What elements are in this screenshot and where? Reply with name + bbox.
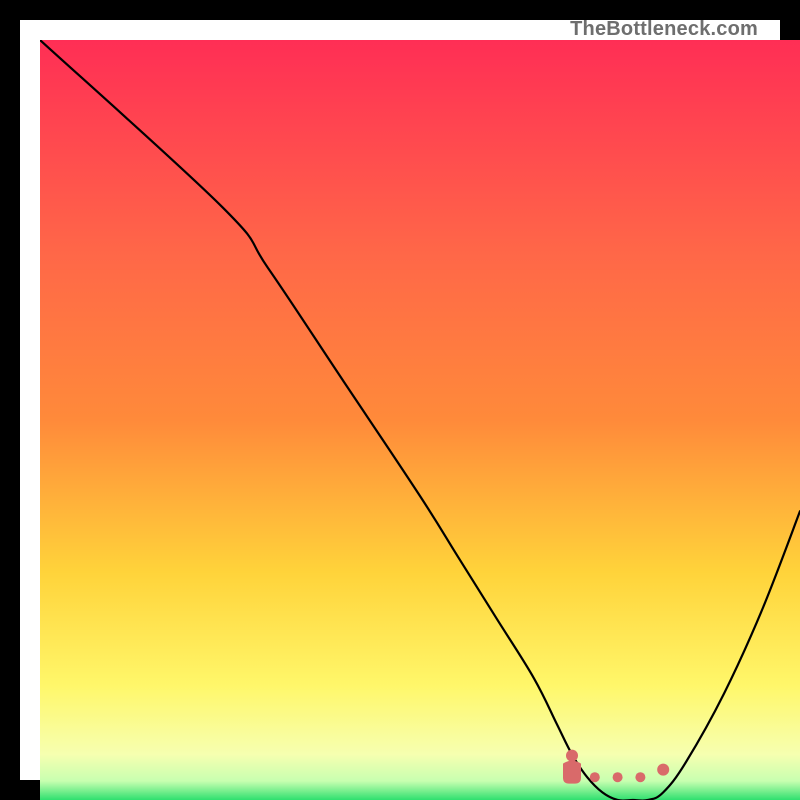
watermark-text: TheBottleneck.com xyxy=(570,18,758,41)
marker-person xyxy=(563,750,581,784)
bottleneck-curve xyxy=(40,40,800,800)
marker-dot xyxy=(635,772,645,782)
marker-dot xyxy=(657,764,669,776)
plot-area xyxy=(40,40,800,800)
marker-dot xyxy=(590,772,600,782)
chart-svg xyxy=(40,40,800,800)
marker-dot xyxy=(613,772,623,782)
markers-group xyxy=(563,750,669,784)
chart-frame: TheBottleneck.com xyxy=(0,0,800,800)
